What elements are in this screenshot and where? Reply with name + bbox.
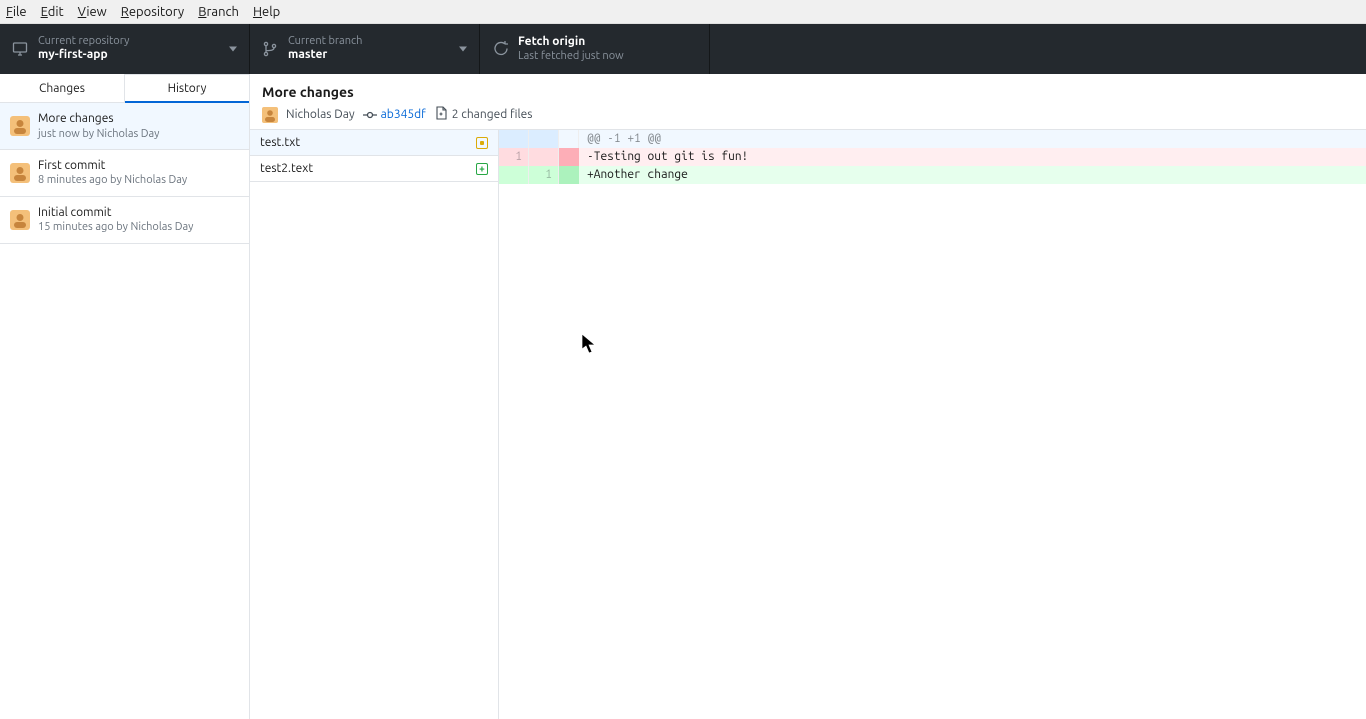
chevron-down-icon [229,47,237,52]
desktop-icon [12,41,28,57]
commit-title: First commit [38,158,187,174]
status-added-icon [476,163,488,175]
menu-repository[interactable]: Repository [121,5,184,19]
sidebar: Changes History More changes just now by… [0,74,250,719]
commit-item[interactable]: More changes just now by Nicholas Day [0,103,249,150]
file-list: test.txt test2.text [250,130,499,719]
commit-meta: 8 minutes ago by Nicholas Day [38,173,187,187]
file-name: test2.text [260,162,313,175]
avatar [262,107,278,123]
commit-item[interactable]: Initial commit 15 minutes ago by Nichola… [0,197,249,244]
diff-view: @@ -1 +1 @@ 1 -Testing out git is fun! 1… [499,130,1366,719]
commit-meta: just now by Nicholas Day [38,127,159,141]
commit-title: Initial commit [38,205,193,221]
avatar [10,210,30,230]
avatar [10,116,30,136]
menu-view[interactable]: View [78,5,107,19]
commit-item[interactable]: First commit 8 minutes ago by Nicholas D… [0,150,249,197]
branch-value: master [288,48,362,62]
sidebar-tabs: Changes History [0,74,249,103]
diff-hunk-header: @@ -1 +1 @@ [499,130,1366,148]
tab-changes[interactable]: Changes [0,74,125,102]
branch-selector[interactable]: Current branch master [250,24,480,74]
diff-line-added[interactable]: 1 +Another change [499,166,1366,184]
git-branch-icon [262,41,278,57]
commit-icon [363,108,377,122]
tab-history[interactable]: History [125,74,249,103]
repo-value: my-first-app [38,48,129,62]
chevron-down-icon [459,47,467,52]
avatar [10,163,30,183]
menu-edit[interactable]: Edit [41,5,64,19]
fetch-button[interactable]: Fetch origin Last fetched just now [480,24,710,74]
fetch-value: Last fetched just now [518,50,624,63]
menu-bar: File Edit View Repository Branch Help [0,0,1366,24]
file-row[interactable]: test.txt [250,130,498,156]
repo-selector[interactable]: Current repository my-first-app [0,24,250,74]
commit-meta: 15 minutes ago by Nicholas Day [38,220,193,234]
commit-detail: More changes Nicholas Day ab345df 2 chan… [250,74,1366,719]
toolbar: Current repository my-first-app Current … [0,24,1366,74]
sync-icon [492,41,508,57]
commit-title: More changes [38,111,159,127]
fetch-label: Fetch origin [518,35,624,49]
menu-help[interactable]: Help [253,5,280,19]
repo-label: Current repository [38,35,129,48]
status-modified-icon [476,137,488,149]
menu-file[interactable]: File [6,5,27,19]
diff-line-deleted[interactable]: 1 -Testing out git is fun! [499,148,1366,166]
changed-files-label: 2 changed files [452,108,533,121]
detail-author: Nicholas Day [286,108,355,121]
file-name: test.txt [260,136,300,149]
commit-sha[interactable]: ab345df [381,108,426,121]
branch-label: Current branch [288,35,362,48]
diff-icon [434,106,448,123]
file-row[interactable]: test2.text [250,156,498,182]
menu-branch[interactable]: Branch [198,5,239,19]
detail-title: More changes [262,84,1354,100]
commit-list: More changes just now by Nicholas Day Fi… [0,103,249,719]
